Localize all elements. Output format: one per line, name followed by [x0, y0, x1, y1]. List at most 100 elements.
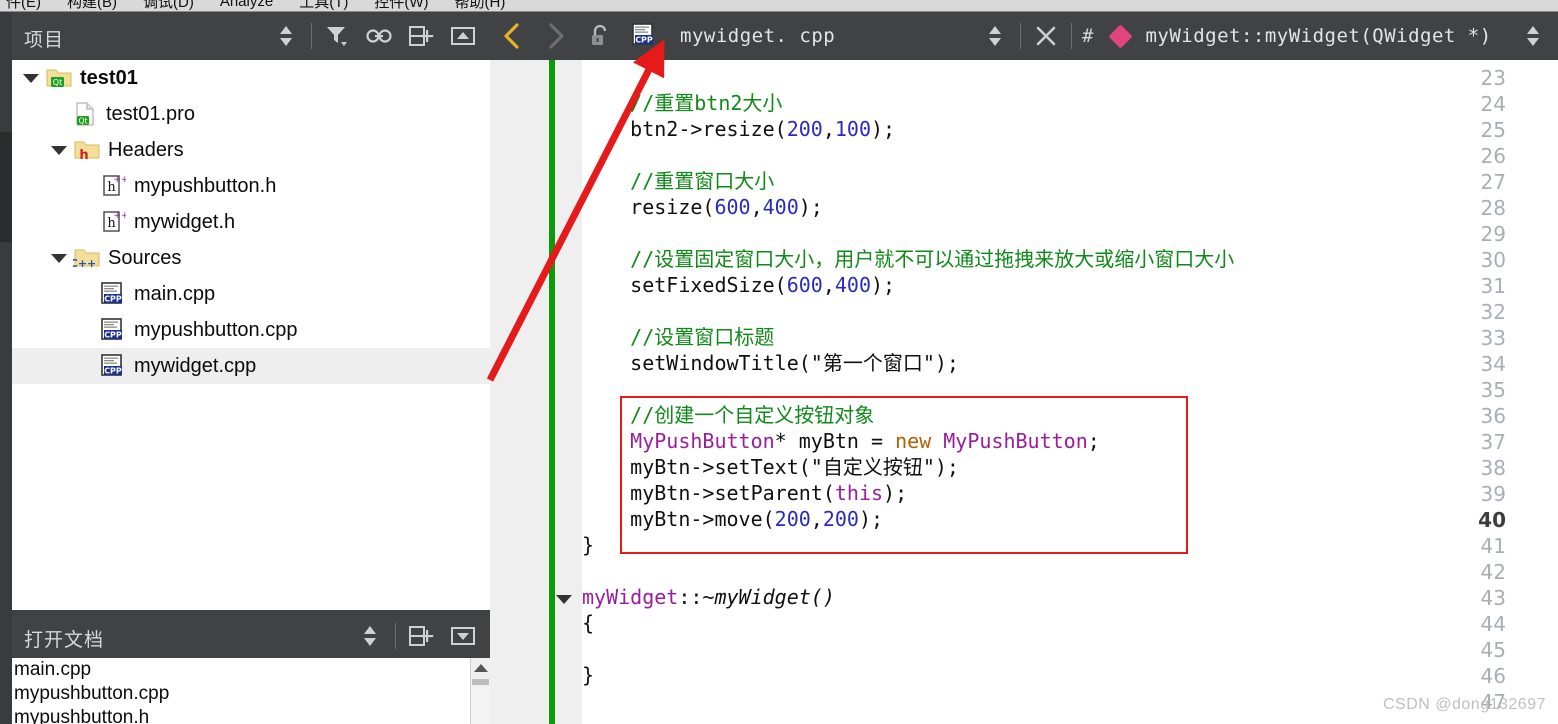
code-line[interactable]: setFixedSize(600,400); — [582, 270, 895, 300]
tree-item-label: main.cpp — [134, 282, 216, 305]
filter-icon[interactable] — [316, 12, 358, 60]
menu-item-widgets[interactable]: 控件(W) — [374, 0, 428, 12]
editor-symbol-label[interactable]: myWidget::myWidget(QWidget *) — [1145, 25, 1491, 47]
code-token: ); — [883, 481, 908, 505]
menu-item-file[interactable]: 件(E) — [6, 0, 41, 12]
editor-gutter[interactable] — [490, 60, 582, 724]
menu-item-tools[interactable]: 工具(T) — [299, 0, 348, 12]
list-item[interactable]: mypushbutton.h — [12, 706, 490, 724]
sort-updown-icon[interactable] — [1512, 12, 1554, 60]
code-token: myWidget — [582, 585, 679, 609]
tree-item-mypushbutton-cpp[interactable]: CPP mypushbutton.cpp — [12, 312, 490, 348]
tree-item-headers[interactable]: h Headers — [12, 132, 490, 168]
editor-code-text[interactable]: //重置btn2大小 btn2->resize(200,100); //重置窗口… — [582, 60, 1558, 724]
split-add-icon[interactable] — [400, 12, 442, 60]
list-item[interactable]: main.cpp — [12, 658, 490, 682]
code-token: 100 — [834, 117, 871, 141]
tree-item-mywidget-h[interactable]: h ++ mywidget.h — [12, 204, 490, 240]
svg-text:CPP: CPP — [635, 35, 653, 44]
chevron-down-icon[interactable] — [18, 60, 44, 96]
code-editor[interactable]: 23 24 25 26 27 28 29 30 31 32 33 34 35 36 37 38 39 40 41 42… — [490, 60, 1558, 724]
menu-item-analyze[interactable]: Analyze — [220, 0, 273, 10]
tree-item-mywidget-cpp[interactable]: CPP mywidget.cpp — [12, 348, 490, 384]
collapse-icon[interactable] — [442, 12, 484, 60]
scrollbar-thumb[interactable] — [472, 679, 489, 685]
code-token: 400 — [834, 273, 871, 297]
cpp-file-icon[interactable]: CPP — [622, 12, 666, 60]
scroll-up-icon[interactable] — [471, 658, 490, 678]
code-token: 200 — [822, 507, 859, 531]
svg-text:Qt: Qt — [79, 116, 88, 125]
code-token: resize( — [582, 195, 715, 219]
h-file-icon: h ++ — [98, 168, 128, 204]
tree-item-test01[interactable]: Qt test01 — [12, 60, 490, 96]
unlock-icon[interactable] — [578, 12, 622, 60]
svg-text:CPP: CPP — [104, 294, 122, 303]
menu-item-help[interactable]: 帮助(H) — [455, 0, 506, 12]
sort-updown-icon[interactable] — [349, 614, 391, 658]
code-token: * myBtn = — [774, 429, 896, 453]
open-documents-list[interactable]: main.cpp mypushbutton.cpp mypushbutton.h — [12, 658, 490, 724]
tree-item-mypushbutton-h[interactable]: h ++ mypushbutton.h — [12, 168, 490, 204]
code-token: myBtn->setParent( — [582, 481, 835, 505]
code-token: this — [834, 481, 884, 505]
code-line[interactable]: } — [582, 660, 594, 690]
svg-text:++: ++ — [113, 175, 126, 185]
left-activity-strip[interactable] — [0, 12, 12, 724]
code-line[interactable]: btn2->resize(200,100); — [582, 114, 895, 144]
code-line[interactable]: resize(600,400); — [582, 192, 823, 222]
list-item[interactable]: mypushbutton.cpp — [12, 682, 490, 706]
open-documents-header: 打开文档 — [12, 614, 490, 658]
code-token: myBtn->move( — [582, 507, 775, 531]
code-line[interactable]: } — [582, 530, 594, 560]
cpp-file-icon: CPP — [98, 312, 128, 348]
tree-item-label: Sources — [108, 246, 182, 269]
code-line[interactable]: setWindowTitle("第一个窗口"); — [582, 348, 959, 378]
code-token: :: — [678, 585, 703, 609]
tree-item-main-cpp[interactable]: CPP main.cpp — [12, 276, 490, 312]
code-token: ); — [858, 507, 884, 531]
chevron-down-icon[interactable] — [46, 240, 72, 276]
nav-forward-icon[interactable] — [534, 12, 578, 60]
editor-filename[interactable]: mywidget. cpp — [680, 25, 835, 47]
method-diamond-icon — [1103, 23, 1137, 49]
editor-hash-label[interactable]: # — [1082, 25, 1093, 47]
open-documents-scrollbar[interactable] — [470, 658, 490, 724]
code-line[interactable]: myWidget::~myWidget() — [582, 582, 835, 612]
code-token: } — [582, 533, 595, 557]
open-documents-title: 打开文档 — [24, 629, 105, 651]
link-icon[interactable] — [358, 12, 400, 60]
project-tree[interactable]: Qt test01 Qt test01.pro h Headers h ++ my… — [12, 60, 490, 610]
close-dropdown-icon[interactable] — [442, 614, 484, 658]
chevron-down-icon[interactable] — [46, 132, 72, 168]
code-token: ); — [871, 273, 896, 297]
code-token: ~myWidget() — [702, 585, 835, 609]
nav-back-icon[interactable] — [490, 12, 534, 60]
close-icon[interactable] — [1025, 12, 1067, 60]
tree-item-label: mypushbutton.cpp — [134, 318, 298, 341]
split-add-icon[interactable] — [400, 614, 442, 658]
sort-updown-icon[interactable] — [974, 12, 1016, 60]
tree-item-sources[interactable]: C++ Sources — [12, 240, 490, 276]
svg-text:h: h — [79, 148, 88, 162]
sort-updown-icon[interactable] — [265, 12, 307, 60]
editor-file-tab: CPP mywidget. cpp — [490, 12, 835, 60]
code-line[interactable]: { — [582, 608, 594, 638]
sources-folder-icon: C++ — [72, 240, 102, 276]
code-token: 200 — [786, 117, 823, 141]
code-token: 600 — [714, 195, 751, 219]
watermark: CSDN @dong132697 — [1382, 696, 1546, 713]
menu-item-build[interactable]: 构建(B) — [67, 0, 117, 12]
code-token: //重置btn2大小 — [630, 91, 783, 115]
tree-item-label: test01.pro — [106, 102, 195, 125]
fold-chevron-down-icon[interactable] — [556, 595, 572, 604]
menu-item-debug[interactable]: 调试(D) — [143, 0, 194, 12]
tree-item-test01-pro[interactable]: Qt test01.pro — [12, 96, 490, 132]
code-line[interactable]: myBtn->move(200,200); — [582, 504, 883, 534]
